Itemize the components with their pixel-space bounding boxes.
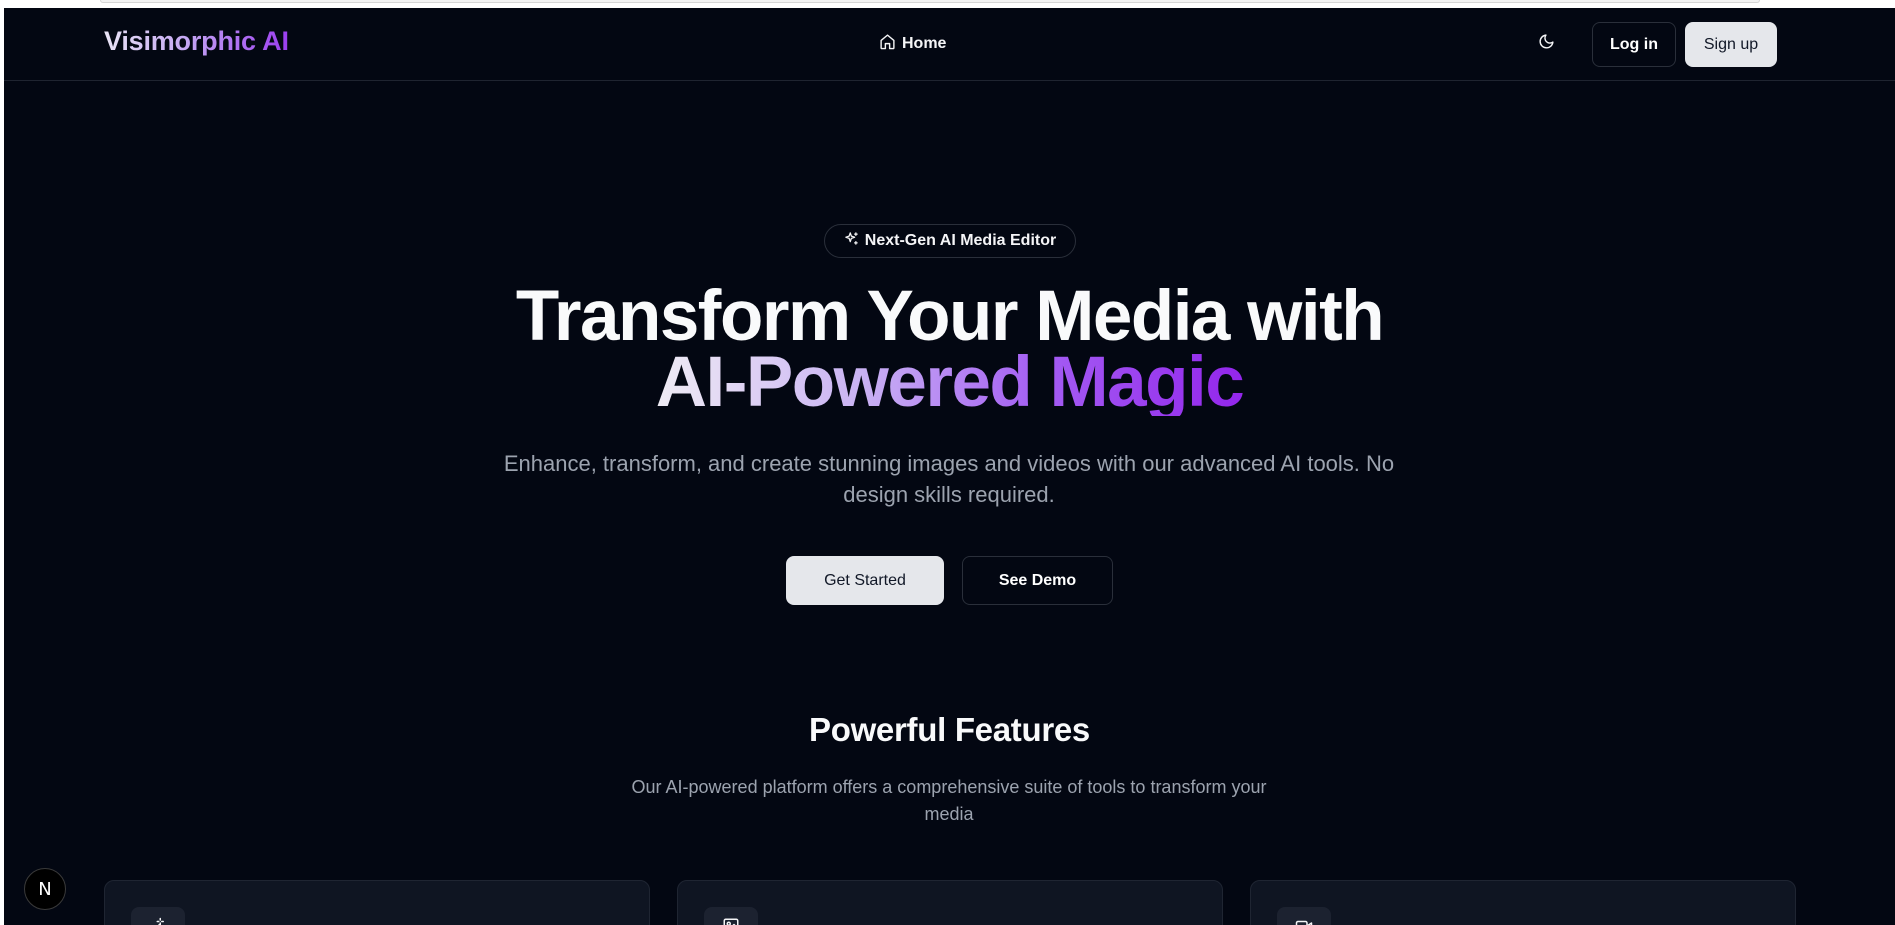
home-icon bbox=[879, 33, 896, 55]
hero-title: Transform Your Media with AI-Powered Mag… bbox=[4, 281, 1895, 422]
feature-icon-box bbox=[1277, 907, 1331, 925]
browser-top-strip bbox=[0, 0, 1895, 8]
hero-badge-label: Next-Gen AI Media Editor bbox=[864, 232, 1057, 249]
browser-address-bar-edge bbox=[100, 0, 1760, 3]
nextjs-logo-icon: N bbox=[38, 878, 52, 900]
wand-icon bbox=[149, 917, 167, 925]
top-navbar: Visimorphic AI Home Log in Sign up bbox=[4, 8, 1895, 81]
feature-icon-box bbox=[131, 907, 185, 925]
features-subtitle: Our AI-powered platform offers a compreh… bbox=[631, 777, 1267, 824]
feature-icon-box bbox=[704, 907, 758, 925]
feature-card bbox=[677, 880, 1223, 925]
feature-card bbox=[104, 880, 650, 925]
hero-subtitle: Enhance, transform, and create stunning … bbox=[503, 451, 1395, 507]
login-button[interactable]: Log in bbox=[1592, 22, 1676, 67]
brand-logo[interactable]: Visimorphic AI bbox=[104, 26, 289, 57]
video-icon bbox=[1295, 917, 1313, 925]
get-started-button[interactable]: Get Started bbox=[786, 556, 944, 605]
hero-title-line2: AI-Powered Magic bbox=[655, 343, 1245, 422]
nextjs-dev-indicator-button[interactable]: N bbox=[24, 868, 66, 910]
signup-button[interactable]: Sign up bbox=[1685, 22, 1777, 67]
feature-card bbox=[1250, 880, 1796, 925]
theme-toggle-button[interactable] bbox=[1532, 30, 1560, 58]
sparkles-icon bbox=[844, 231, 859, 251]
nav-home-label: Home bbox=[902, 35, 947, 52]
hero-badge: Next-Gen AI Media Editor bbox=[824, 224, 1076, 258]
see-demo-button[interactable]: See Demo bbox=[962, 556, 1113, 605]
moon-icon bbox=[1538, 33, 1555, 55]
image-icon bbox=[722, 917, 740, 925]
features-title: Powerful Features bbox=[809, 711, 1090, 748]
app-root: Visimorphic AI Home Log in Sign up Next-… bbox=[4, 8, 1895, 925]
nav-home-link[interactable]: Home bbox=[879, 30, 946, 58]
